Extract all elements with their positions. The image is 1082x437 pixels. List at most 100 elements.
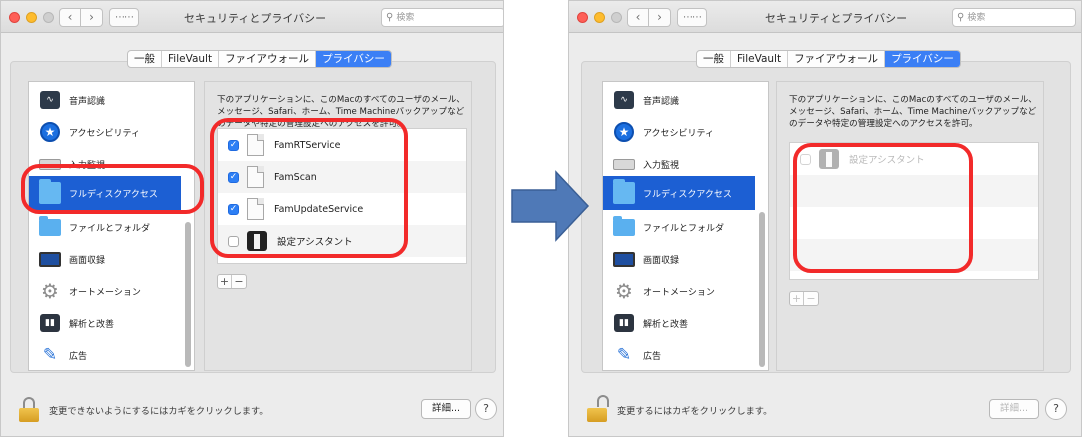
sidebar-item-screen-recording[interactable]: 画面収録 [29, 243, 181, 275]
sidebar-item-label: 広告 [643, 351, 662, 362]
help-button[interactable]: ? [475, 398, 497, 420]
highlight-app-list-after [793, 143, 973, 273]
sidebar-item-label: 音声認識 [69, 96, 106, 107]
gear-icon: ⚙ [41, 279, 59, 303]
traffic-lights [9, 12, 54, 23]
window-title: セキュリティとプライバシー [765, 12, 908, 25]
details-button[interactable]: 詳細... [421, 399, 471, 419]
remove-app-button[interactable]: − [804, 292, 818, 305]
tab-bar: 一般 FileVault ファイアウォール プライバシー [696, 50, 961, 68]
transition-arrow-icon [511, 170, 590, 242]
minimize-window-button[interactable] [26, 12, 37, 23]
sidebar-item-accessibility[interactable]: ★ アクセシビリティ [603, 116, 755, 148]
lock-message: 変更できないようにするにはカギをクリックします。 [49, 406, 269, 417]
add-remove-buttons: + − [789, 291, 819, 306]
sidebar-item-screen-recording[interactable]: 画面収録 [603, 243, 755, 275]
tab-filevault[interactable]: FileVault [162, 51, 220, 67]
search-placeholder: 検索 [396, 13, 415, 23]
title-bar: ‹ › ⋯⋯ セキュリティとプライバシー ⚲ 検索 [1, 1, 503, 33]
waveform-icon: ∿ [39, 90, 61, 110]
back-button[interactable]: ‹ [59, 8, 81, 27]
nav-buttons: ‹ › [59, 8, 103, 27]
nav-buttons: ‹ › [627, 8, 671, 27]
folder-icon [39, 215, 61, 237]
sidebar-item-label: 広告 [69, 351, 88, 362]
sidebar-item-label: アクセシビリティ [643, 128, 715, 139]
unlocked-icon[interactable] [587, 395, 609, 423]
highlight-app-list [210, 118, 408, 258]
sidebar-item-label: 音声認識 [643, 96, 680, 107]
sidebar-item-label: 画面収録 [69, 255, 106, 266]
sidebar-item-speech-recognition[interactable]: ∿ 音声認識 [603, 84, 755, 116]
display-icon [613, 249, 635, 269]
sidebar-scrollbar[interactable] [185, 222, 191, 367]
sidebar-item-advertising[interactable]: ✎ 広告 [603, 339, 755, 370]
highlight-full-disk-access [21, 164, 204, 214]
minimize-window-button[interactable] [594, 12, 605, 23]
sidebar-item-files-and-folders[interactable]: ファイルとフォルダ [29, 211, 181, 243]
sidebar-item-speech-recognition[interactable]: ∿ 音声認識 [29, 84, 181, 116]
tab-general[interactable]: 一般 [128, 51, 162, 67]
show-all-grid-icon[interactable]: ⋯⋯ [677, 8, 707, 27]
tab-firewall[interactable]: ファイアウォール [219, 51, 317, 67]
window-footer: 変更できないようにするにはカギをクリックします。 詳細... ? [1, 389, 503, 429]
sidebar-item-full-disk-access[interactable]: フルディスクアクセス [603, 176, 755, 210]
details-button[interactable]: 詳細... [989, 399, 1039, 419]
megaphone-icon: ✎ [42, 345, 58, 365]
sidebar-item-advertising[interactable]: ✎ 広告 [29, 339, 181, 370]
search-placeholder: 検索 [967, 13, 986, 23]
search-icon: ⚲ [386, 12, 394, 23]
tab-firewall[interactable]: ファイアウォール [788, 51, 886, 67]
traffic-lights [577, 12, 622, 23]
sidebar-item-analytics[interactable]: ▮▮ 解析と改善 [29, 307, 181, 339]
sidebar-item-label: 解析と改善 [69, 319, 115, 330]
waveform-icon: ∿ [613, 90, 635, 110]
zoom-window-button[interactable] [43, 12, 54, 23]
window-footer: 変更するにはカギをクリックします。 詳細... ? [569, 389, 1081, 429]
remove-app-button[interactable]: − [232, 275, 246, 288]
search-field[interactable]: ⚲ 検索 [952, 8, 1076, 27]
show-all-grid-icon[interactable]: ⋯⋯ [109, 8, 139, 27]
sidebar-item-automation[interactable]: ⚙ オートメーション [603, 275, 755, 307]
close-window-button[interactable] [9, 12, 20, 23]
sidebar-item-accessibility[interactable]: ★ アクセシビリティ [29, 116, 181, 148]
access-description: 下のアプリケーションに、このMacのすべてのユーザのメール、メッセージ、Safa… [789, 95, 1037, 129]
forward-button[interactable]: › [649, 8, 671, 27]
tab-general[interactable]: 一般 [697, 51, 731, 67]
lock-icon[interactable] [19, 397, 39, 423]
keyboard-icon [613, 154, 635, 174]
sidebar-item-label: オートメーション [643, 287, 715, 298]
close-window-button[interactable] [577, 12, 588, 23]
tab-privacy[interactable]: プライバシー [316, 51, 391, 67]
display-icon [39, 249, 61, 269]
lock-message: 変更するにはカギをクリックします。 [617, 406, 773, 417]
sidebar-item-label: フルディスクアクセス [643, 189, 732, 200]
back-button[interactable]: ‹ [627, 8, 649, 27]
accessibility-icon: ★ [613, 122, 635, 142]
tab-bar: 一般 FileVault ファイアウォール プライバシー [127, 50, 392, 68]
zoom-window-button[interactable] [611, 12, 622, 23]
gear-icon: ⚙ [615, 279, 633, 303]
sidebar-item-label: 解析と改善 [643, 319, 689, 330]
search-icon: ⚲ [957, 12, 965, 23]
sidebar-item-label: オートメーション [69, 287, 141, 298]
add-app-button[interactable]: + [790, 292, 804, 305]
sidebar-item-label: 画面収録 [643, 255, 680, 266]
help-button[interactable]: ? [1045, 398, 1067, 420]
sidebar-item-automation[interactable]: ⚙ オートメーション [29, 275, 181, 307]
accessibility-icon: ★ [39, 122, 61, 142]
search-field[interactable]: ⚲ 検索 [381, 8, 503, 27]
add-app-button[interactable]: + [218, 275, 232, 288]
sidebar-item-label: ファイルとフォルダ [643, 223, 725, 234]
tab-filevault[interactable]: FileVault [731, 51, 789, 67]
forward-button[interactable]: › [81, 8, 103, 27]
privacy-sidebar: ∿ 音声認識 ★ アクセシビリティ 入力監視 フルディスクアクセス ファイルとフ… [28, 81, 195, 371]
sidebar-scrollbar[interactable] [759, 212, 765, 367]
chart-icon: ▮▮ [39, 313, 61, 333]
sidebar-item-analytics[interactable]: ▮▮ 解析と改善 [603, 307, 755, 339]
tab-privacy[interactable]: プライバシー [885, 51, 960, 67]
sidebar-item-label: アクセシビリティ [69, 128, 141, 139]
megaphone-icon: ✎ [616, 345, 632, 365]
window-title: セキュリティとプライバシー [184, 12, 327, 25]
sidebar-item-files-and-folders[interactable]: ファイルとフォルダ [603, 211, 755, 243]
